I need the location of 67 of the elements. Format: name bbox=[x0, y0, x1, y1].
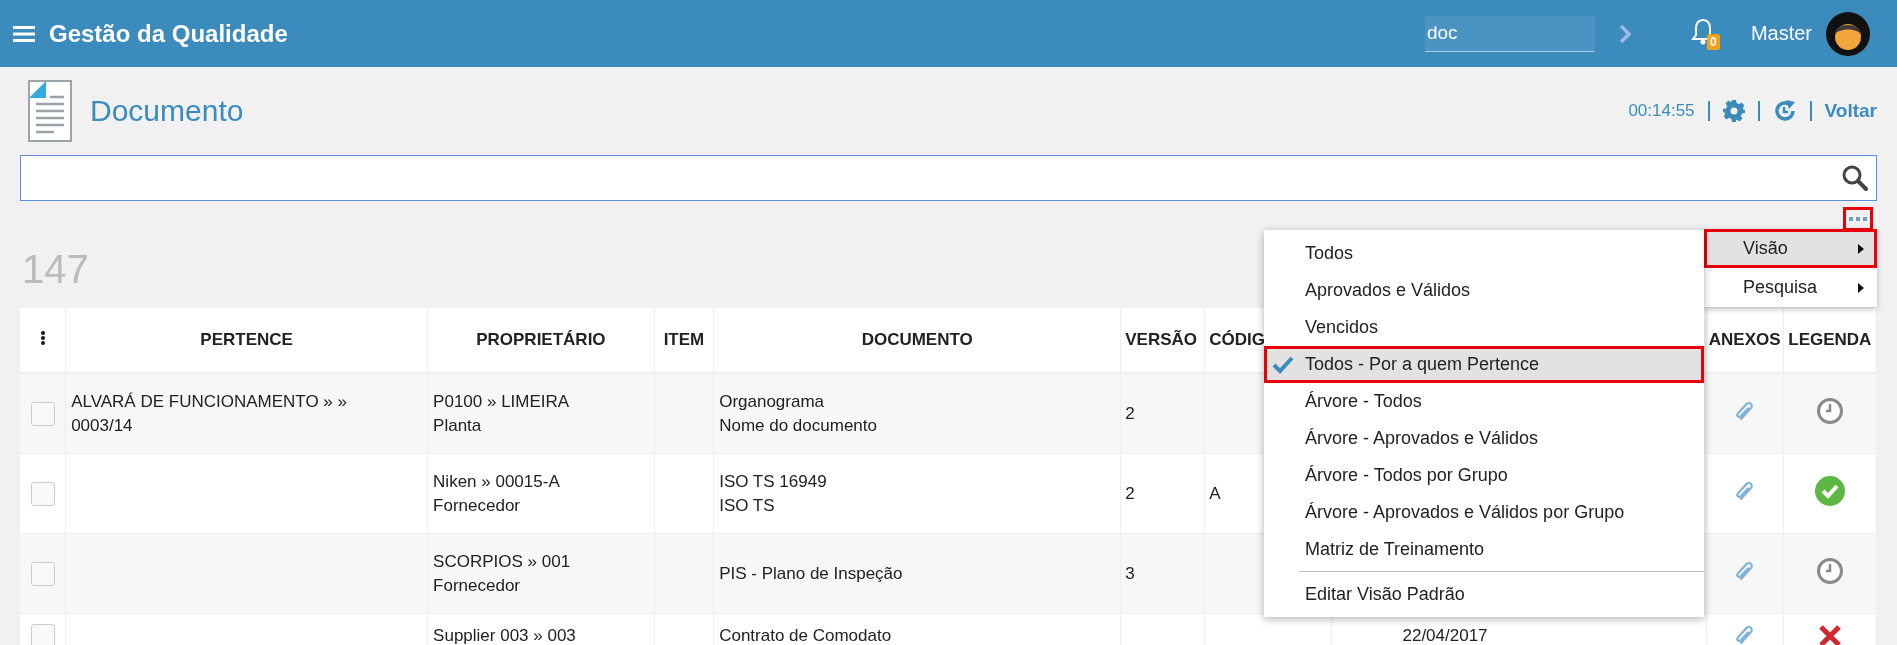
menu-item[interactable]: Todos bbox=[1264, 235, 1704, 272]
notification-badge: 0 bbox=[1706, 33, 1720, 50]
paperclip-icon[interactable] bbox=[1733, 560, 1756, 582]
menu-item[interactable]: Árvore - Todos bbox=[1264, 383, 1704, 420]
paperclip-icon[interactable] bbox=[1733, 624, 1756, 645]
checkmark-icon bbox=[1272, 355, 1294, 374]
cell-text: 0003/14 bbox=[71, 414, 134, 437]
cell-text: 2 bbox=[1125, 482, 1136, 505]
menu-item[interactable]: Árvore - Todos por Grupo bbox=[1264, 457, 1704, 494]
chevron-right-icon[interactable] bbox=[1618, 23, 1631, 44]
paperclip-icon[interactable] bbox=[1733, 400, 1756, 422]
column-header[interactable]: PERTENCE bbox=[200, 330, 293, 349]
cell-text: ALVARÁ DE FUNCIONAMENTO » » bbox=[71, 390, 348, 413]
cell-text: Fornecedor bbox=[433, 574, 522, 597]
document-icon bbox=[28, 80, 72, 142]
cell-text: 22/04/2017 bbox=[1402, 625, 1489, 645]
column-header[interactable]: DOCUMENTO bbox=[861, 330, 973, 349]
user-name[interactable]: Master bbox=[1750, 22, 1812, 45]
cell-text: 2 bbox=[1125, 402, 1136, 425]
more-icon bbox=[1849, 216, 1867, 222]
cell-text: Organograma bbox=[719, 390, 826, 413]
cell-text: P0100 » LIMEIRA bbox=[433, 390, 571, 413]
caret-right-icon bbox=[1858, 243, 1864, 254]
cell-text: Supplier 003 » 003 bbox=[433, 625, 577, 645]
menu-item[interactable]: Todos - Por a quem Pertence bbox=[1264, 346, 1704, 383]
menu-item[interactable]: Editar Visão Padrão bbox=[1264, 576, 1704, 613]
avatar-icon[interactable] bbox=[1826, 11, 1870, 56]
page-title: Documento bbox=[90, 94, 244, 128]
menu-item[interactable]: Aprovados e Válidos bbox=[1264, 272, 1704, 309]
history-icon[interactable] bbox=[1772, 99, 1797, 123]
search-field[interactable] bbox=[20, 155, 1877, 201]
cell-text: Fornecedor bbox=[433, 494, 522, 517]
cell-text: ISO TS bbox=[719, 494, 776, 517]
paperclip-icon[interactable] bbox=[1733, 480, 1756, 502]
row-checkbox[interactable] bbox=[30, 561, 55, 586]
column-header[interactable]: PROPRIETÁRIO bbox=[476, 330, 606, 349]
cell-text: SCORPIOS » 001 bbox=[433, 550, 572, 573]
cell-text: PIS - Plano de Inspeção bbox=[719, 562, 904, 585]
cell-text: 3 bbox=[1125, 562, 1136, 585]
session-timer: 00:14:55 bbox=[1628, 101, 1695, 121]
cell-text: Niken » 00015-A bbox=[433, 470, 561, 493]
menu-item[interactable]: Árvore - Aprovados e Válidos bbox=[1264, 420, 1704, 457]
search-icon[interactable] bbox=[1842, 165, 1868, 191]
row-checkbox[interactable] bbox=[30, 624, 55, 645]
menu-item[interactable]: Vencidos bbox=[1264, 309, 1704, 346]
app-title: Gestão da Qualidade bbox=[49, 19, 288, 48]
check-circle-icon bbox=[1814, 476, 1845, 506]
settings-icon[interactable] bbox=[1722, 100, 1745, 122]
cross-icon bbox=[1817, 624, 1842, 645]
menu-icon[interactable] bbox=[13, 24, 35, 43]
clock-icon bbox=[1815, 397, 1844, 425]
cell-text: Planta bbox=[433, 414, 483, 437]
menu-item[interactable]: Visão bbox=[1704, 229, 1877, 268]
column-header[interactable]: CÓDIG bbox=[1209, 330, 1266, 349]
caret-right-icon bbox=[1858, 282, 1864, 293]
more-button[interactable] bbox=[1843, 207, 1873, 231]
menu-item[interactable]: Matriz de Treinamento bbox=[1264, 531, 1704, 568]
row-checkbox[interactable] bbox=[30, 401, 55, 426]
cell-text: ISO TS 16949 bbox=[719, 470, 828, 493]
column-menu-icon[interactable] bbox=[40, 331, 45, 345]
menu-item[interactable]: Árvore - Aprovados e Válidos por Grupo bbox=[1264, 494, 1704, 531]
clock-icon bbox=[1815, 557, 1844, 585]
cell-text: Contrato de Comodato bbox=[719, 625, 893, 645]
menu-item[interactable]: Pesquisa bbox=[1704, 268, 1877, 307]
row-checkbox[interactable] bbox=[30, 481, 55, 506]
cell-text: Nome do documento bbox=[719, 414, 878, 437]
cell-text: A bbox=[1209, 482, 1222, 505]
